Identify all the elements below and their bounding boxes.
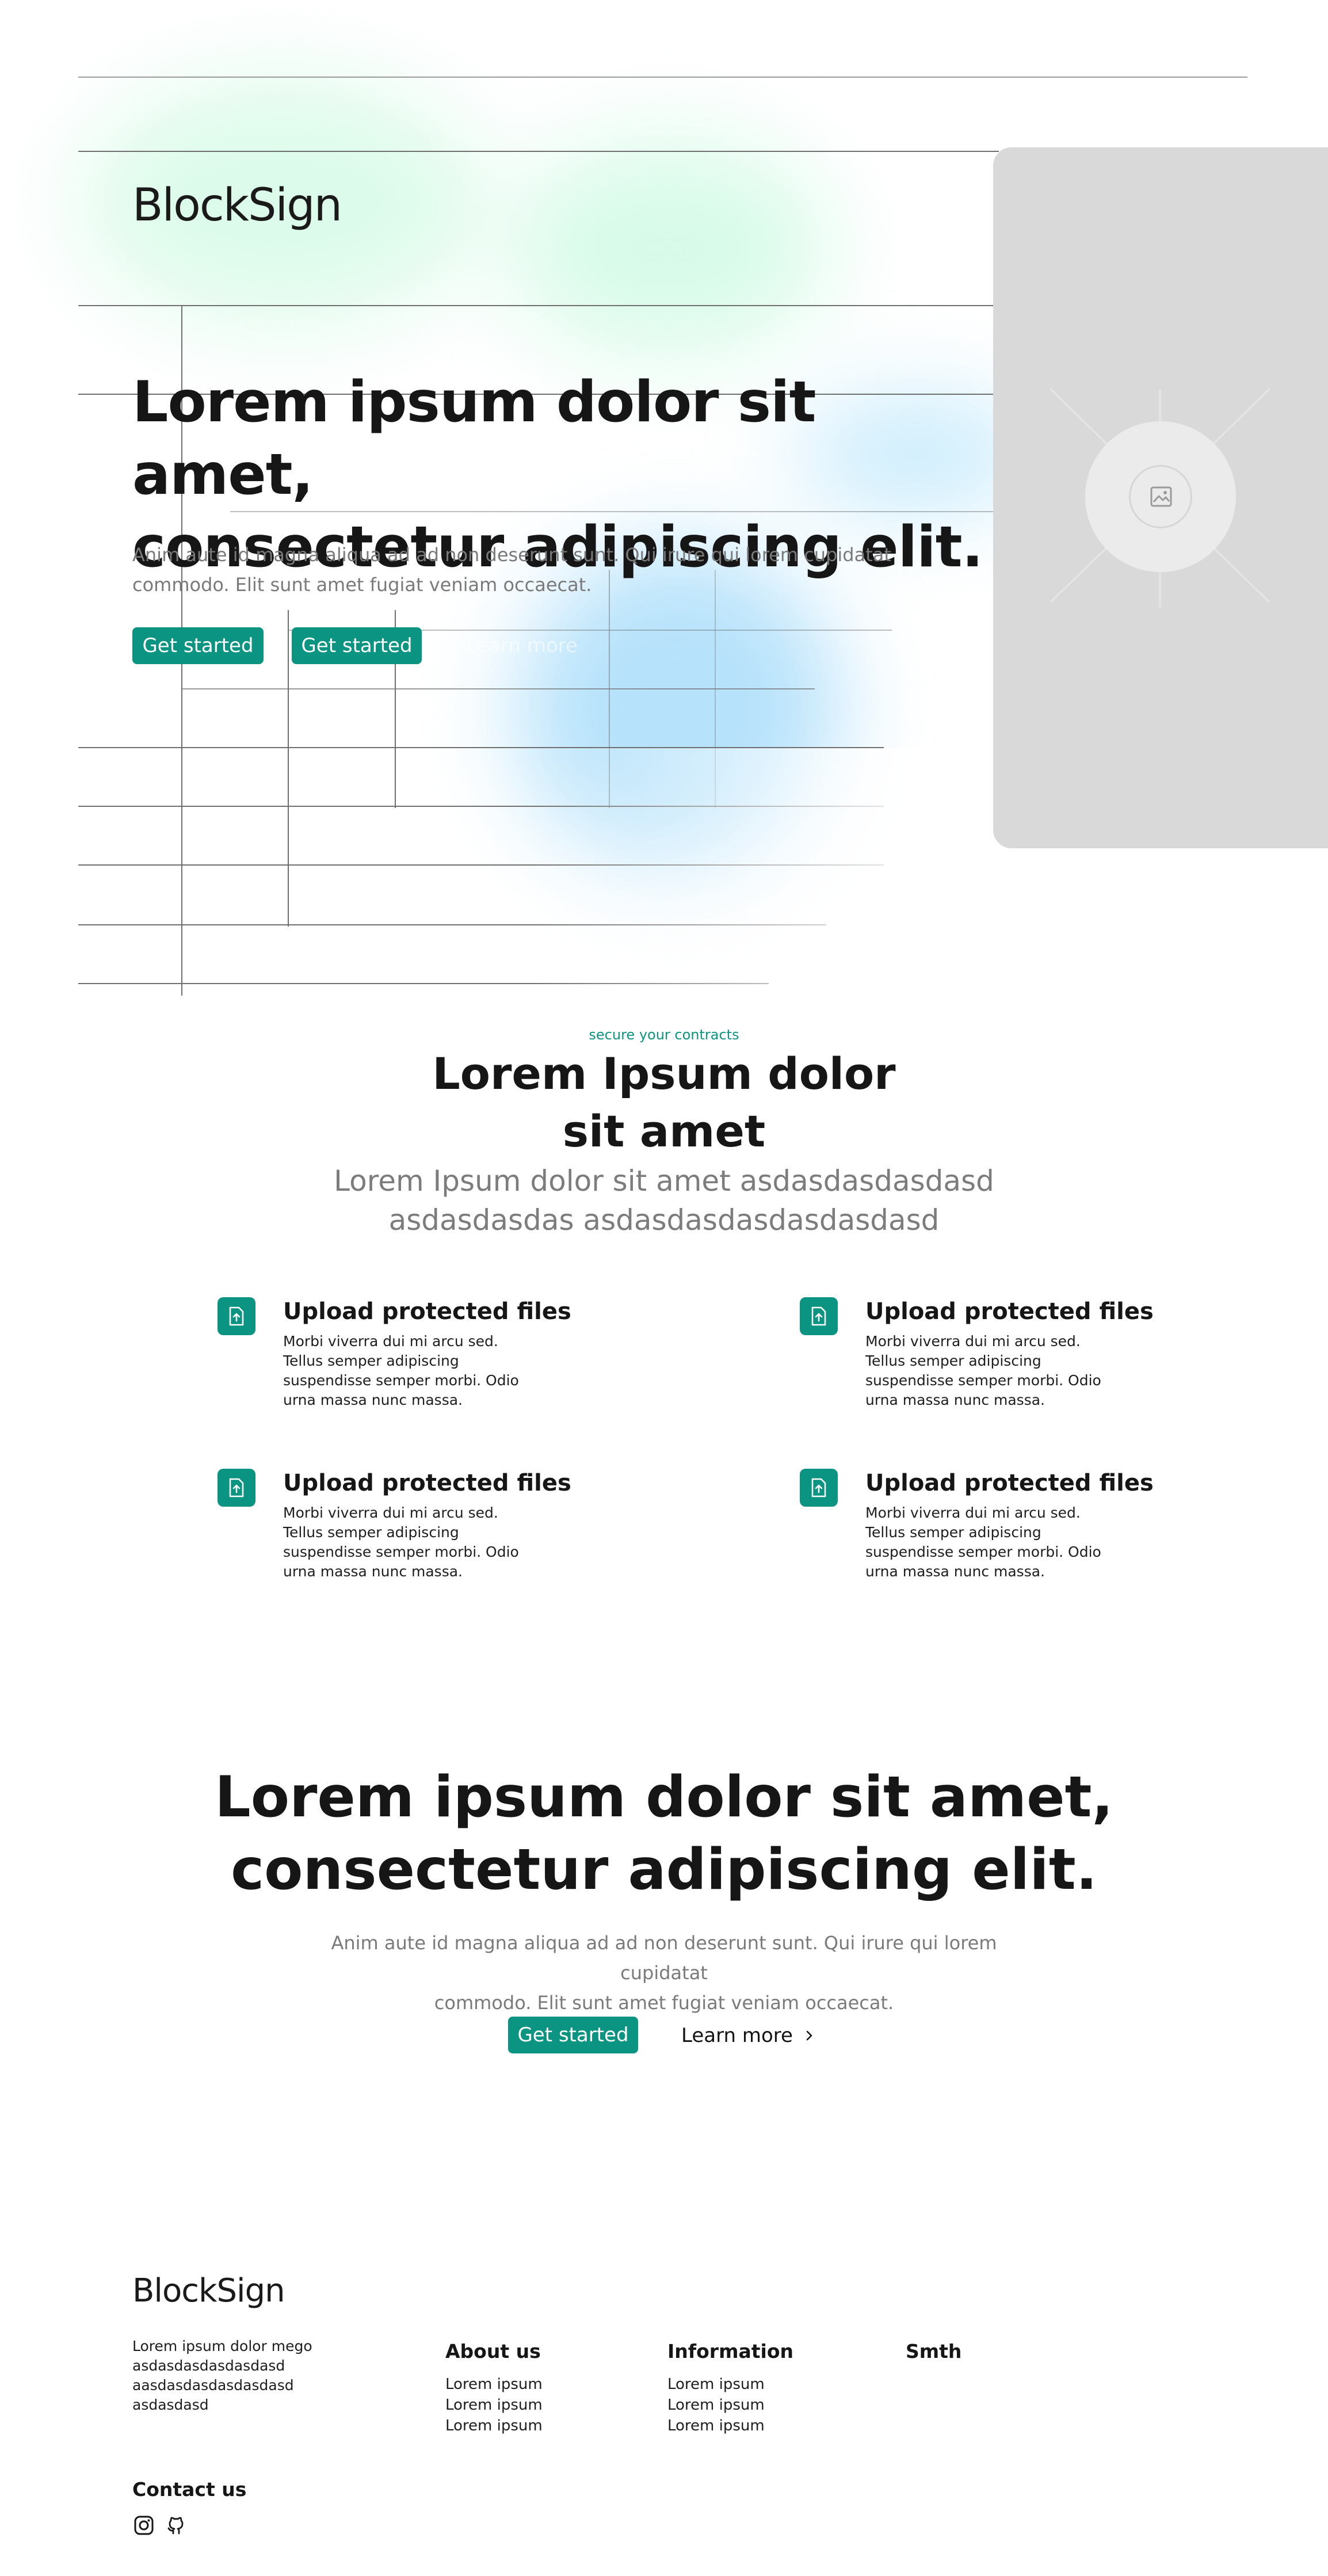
hero-get-started-button[interactable]: Get started bbox=[132, 627, 264, 664]
feature-card: Upload protected files Morbi viverra dui… bbox=[217, 1469, 620, 1607]
footer-about-line: asdasdasdasdasdasd bbox=[132, 2357, 285, 2374]
feature-title: Upload protected files bbox=[865, 1470, 1154, 1496]
learn-more-label: Learn more bbox=[681, 2024, 793, 2047]
file-upload-icon bbox=[217, 1469, 255, 1507]
feature-description: Morbi viverra dui mi arcu sed. Tellus se… bbox=[865, 1333, 1101, 1408]
hero-description: Anim aute id magna aliqua ad ad non dese… bbox=[132, 540, 909, 600]
footer-link[interactable]: Lorem ipsum bbox=[667, 2374, 793, 2395]
contact-us-title: Contact us bbox=[132, 2478, 247, 2501]
footer-link[interactable]: Lorem ipsum bbox=[445, 2374, 543, 2395]
cta-description-line2: commodo. Elit sunt amet fugiat veniam oc… bbox=[434, 1992, 894, 2014]
footer-column-title: Information bbox=[667, 2340, 793, 2362]
footer-about-line: aasdasdasdasdasdasd bbox=[132, 2377, 294, 2394]
feature-title: Upload protected files bbox=[283, 1298, 571, 1325]
cta-title-line2: consectetur adipiscing elit. bbox=[231, 1837, 1097, 1903]
feature-description: Morbi viverra dui mi arcu sed. Tellus se… bbox=[283, 1504, 519, 1580]
feature-card: Upload protected files Morbi viverra dui… bbox=[217, 1297, 620, 1435]
hero-media-placeholder bbox=[993, 147, 1328, 848]
footer-logo[interactable]: BlockSign bbox=[132, 2272, 285, 2310]
footer-about-text: Lorem ipsum dolor mego asdasdasdasdasdas… bbox=[132, 2337, 328, 2415]
file-upload-icon bbox=[800, 1297, 838, 1335]
instagram-icon[interactable] bbox=[132, 2514, 155, 2537]
footer-column-title: Smth bbox=[906, 2340, 962, 2362]
footer-column-information: Information Lorem ipsum Lorem ipsum Lore… bbox=[667, 2340, 793, 2436]
grid-line bbox=[78, 305, 999, 306]
footer-link[interactable]: Lorem ipsum bbox=[667, 2395, 793, 2415]
chevron-right-icon bbox=[806, 2024, 814, 2047]
footer-link[interactable]: Lorem ipsum bbox=[445, 2395, 543, 2415]
feature-title: Upload protected files bbox=[865, 1298, 1154, 1325]
features-title-line1: Lorem Ipsum dolor bbox=[432, 1048, 896, 1099]
footer-column-about-us: About us Lorem ipsum Lorem ipsum Lorem i… bbox=[445, 2340, 543, 2436]
features-eyebrow: secure your contracts bbox=[589, 1027, 739, 1043]
hero-section: BlockSign Lorem ipsum dolor sit amet, co… bbox=[0, 0, 1328, 1001]
file-upload-icon bbox=[217, 1297, 255, 1335]
hero-description-line1: Anim aute id magna aliqua ad ad non dese… bbox=[132, 544, 891, 566]
footer-column-title: About us bbox=[445, 2340, 541, 2362]
github-icon[interactable] bbox=[165, 2514, 188, 2537]
hero-get-started-secondary-button[interactable]: Get started bbox=[292, 627, 422, 664]
hero-top-rule bbox=[78, 77, 1247, 78]
hero-glow-green-2 bbox=[506, 138, 829, 357]
cta-title: Lorem ipsum dolor sit amet, consectetur … bbox=[204, 1761, 1124, 1906]
feature-title: Upload protected files bbox=[283, 1470, 571, 1496]
brand-logo[interactable]: BlockSign bbox=[132, 180, 342, 231]
features-subtitle-line1: Lorem Ipsum dolor sit amet asdasdasdasda… bbox=[334, 1164, 994, 1198]
features-title-line2: sit amet bbox=[562, 1106, 766, 1157]
file-upload-icon bbox=[800, 1469, 838, 1507]
cta-get-started-button[interactable]: Get started bbox=[508, 2017, 638, 2053]
cta-learn-more-link[interactable]: Learn more bbox=[681, 2018, 814, 2053]
footer-link[interactable]: Lorem ipsum bbox=[667, 2415, 793, 2436]
feature-description: Morbi viverra dui mi arcu sed. Tellus se… bbox=[865, 1504, 1101, 1580]
cta-description-line1: Anim aute id magna aliqua ad ad non dese… bbox=[331, 1932, 997, 1984]
grid-line bbox=[182, 688, 815, 689]
feature-card: Upload protected files Morbi viverra dui… bbox=[800, 1297, 1203, 1435]
image-placeholder-icon bbox=[1150, 486, 1173, 508]
features-subtitle: Lorem Ipsum dolor sit amet asdasdasdasda… bbox=[290, 1161, 1038, 1240]
footer-column-smth: Smth bbox=[906, 2340, 961, 2374]
cta-description: Anim aute id magna aliqua ad ad non dese… bbox=[290, 1928, 1038, 2018]
footer-about-line: Lorem ipsum dolor mego bbox=[132, 2338, 312, 2354]
features-title: Lorem Ipsum dolor sit amet bbox=[376, 1045, 952, 1160]
feature-description: Morbi viverra dui mi arcu sed. Tellus se… bbox=[283, 1333, 519, 1408]
hero-learn-more-link[interactable]: Learn more bbox=[466, 634, 578, 657]
feature-card: Upload protected files Morbi viverra dui… bbox=[800, 1469, 1203, 1607]
footer-link[interactable]: Lorem ipsum bbox=[445, 2415, 543, 2436]
footer-about-line: asdasdasd bbox=[132, 2396, 209, 2413]
cta-title-line1: Lorem ipsum dolor sit amet, bbox=[215, 1765, 1113, 1830]
features-subtitle-line2: asdasdasdas asdasdasdasdasdasdasd bbox=[388, 1203, 940, 1237]
grid-line bbox=[78, 151, 999, 152]
hero-title-line1: Lorem ipsum dolor sit amet, bbox=[132, 369, 816, 508]
hero-description-line2: commodo. Elit sunt amet fugiat veniam oc… bbox=[132, 574, 592, 596]
